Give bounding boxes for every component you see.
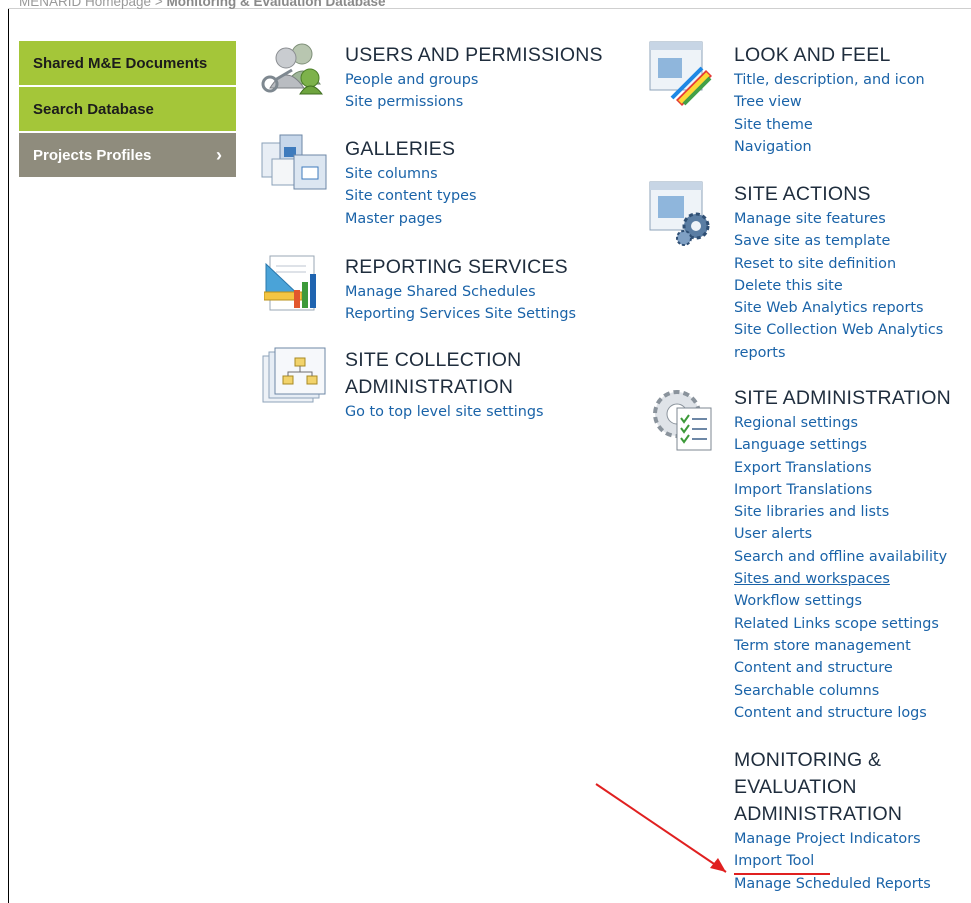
link-navigation[interactable]: Navigation <box>734 136 925 158</box>
link-search-offline-availability[interactable]: Search and offline availability <box>734 546 951 568</box>
link-site-columns[interactable]: Site columns <box>345 163 477 185</box>
red-arrow-annotation <box>595 783 727 873</box>
link-regional-settings[interactable]: Regional settings <box>734 412 951 434</box>
link-master-pages[interactable]: Master pages <box>345 208 477 230</box>
section-title: GALLERIES <box>345 138 456 160</box>
section-look-and-feel: LOOK AND FEEL Title, description, and ic… <box>734 42 925 158</box>
link-site-web-analytics-reports[interactable]: Site Web Analytics reports <box>734 297 943 319</box>
nav-search-database[interactable]: Search Database <box>19 87 236 131</box>
nav-shared-me-documents[interactable]: Shared M&E Documents <box>19 41 236 85</box>
link-user-alerts[interactable]: User alerts <box>734 523 951 545</box>
link-sites-and-workspaces[interactable]: Sites and workspaces <box>734 568 951 590</box>
site-actions-icon <box>649 181 710 246</box>
site-collection-icon <box>262 347 326 403</box>
link-title-description-icon[interactable]: Title, description, and icon <box>734 69 925 91</box>
breadcrumb: MENARID Homepage > Monitoring & Evaluati… <box>19 0 386 9</box>
link-site-theme[interactable]: Site theme <box>734 114 925 136</box>
link-site-permissions[interactable]: Site permissions <box>345 91 603 113</box>
link-workflow-settings[interactable]: Workflow settings <box>734 590 951 612</box>
section-reporting-services: REPORTING SERVICES Manage Shared Schedul… <box>345 254 576 326</box>
section-title: SITE ADMINISTRATION <box>734 387 951 409</box>
link-manage-project-indicators[interactable]: Manage Project Indicators <box>734 828 931 850</box>
chevron-right-icon: › <box>216 144 222 165</box>
nav-projects-profiles[interactable]: Projects Profiles › <box>19 133 236 177</box>
section-site-administration: SITE ADMINISTRATION Regional settings La… <box>734 385 951 724</box>
section-users-and-permissions: USERS AND PERMISSIONS People and groups … <box>345 42 603 114</box>
section-title: SITE ACTIONS <box>734 183 871 205</box>
link-searchable-columns[interactable]: Searchable columns <box>734 680 951 702</box>
section-site-actions: SITE ACTIONS Manage site features Save s… <box>734 181 943 364</box>
link-site-collection-web-analytics[interactable]: Site Collection Web Analytics <box>734 319 943 341</box>
link-related-links-scope-settings[interactable]: Related Links scope settings <box>734 613 951 635</box>
link-save-site-as-template[interactable]: Save site as template <box>734 230 943 252</box>
link-manage-scheduled-reports[interactable]: Manage Scheduled Reports <box>734 873 931 895</box>
galleries-icon <box>261 134 327 190</box>
section-site-collection-administration: SITE COLLECTION ADMINISTRATION Go to top… <box>345 347 543 423</box>
section-title: REPORTING SERVICES <box>345 256 568 278</box>
section-title-line2: EVALUATION <box>734 776 857 798</box>
link-content-and-structure-logs[interactable]: Content and structure logs <box>734 702 951 724</box>
link-site-libraries-and-lists[interactable]: Site libraries and lists <box>734 501 951 523</box>
section-title-line1: SITE COLLECTION <box>345 349 522 371</box>
nav-label: Search Database <box>33 100 154 118</box>
section-title: USERS AND PERMISSIONS <box>345 44 603 66</box>
link-reporting-services-site-settings[interactable]: Reporting Services Site Settings <box>345 303 576 325</box>
link-import-tool[interactable]: Import Tool <box>734 850 931 872</box>
reporting-services-icon <box>264 255 316 311</box>
link-manage-site-features[interactable]: Manage site features <box>734 208 943 230</box>
link-language-settings[interactable]: Language settings <box>734 434 951 456</box>
section-title-line3: ADMINISTRATION <box>734 803 903 825</box>
site-administration-icon <box>653 390 712 451</box>
link-content-and-structure[interactable]: Content and structure <box>734 657 951 679</box>
link-site-content-types[interactable]: Site content types <box>345 185 477 207</box>
link-delete-this-site[interactable]: Delete this site <box>734 275 943 297</box>
left-navigation: Shared M&E Documents Search Database Pro… <box>19 41 236 179</box>
link-go-to-top-level-site-settings[interactable]: Go to top level site settings <box>345 401 543 423</box>
link-manage-shared-schedules[interactable]: Manage Shared Schedules <box>345 281 576 303</box>
section-title-line1: MONITORING & <box>734 749 882 771</box>
red-underline-annotation <box>734 873 830 875</box>
breadcrumb-separator: > <box>154 0 163 9</box>
breadcrumb-root-link[interactable]: MENARID Homepage <box>19 0 151 9</box>
look-and-feel-icon <box>649 41 712 106</box>
breadcrumb-current: Monitoring & Evaluation Database <box>166 0 386 9</box>
link-import-translations[interactable]: Import Translations <box>734 479 951 501</box>
link-reset-to-site-definition[interactable]: Reset to site definition <box>734 253 943 275</box>
page-border-left <box>8 8 9 903</box>
link-people-and-groups[interactable]: People and groups <box>345 69 603 91</box>
link-term-store-management[interactable]: Term store management <box>734 635 951 657</box>
users-keys-icon <box>261 43 324 95</box>
section-title-line2: ADMINISTRATION <box>345 376 514 398</box>
link-export-translations[interactable]: Export Translations <box>734 457 951 479</box>
link-site-collection-web-analytics-reports[interactable]: reports <box>734 342 943 364</box>
nav-label: Shared M&E Documents <box>33 54 208 72</box>
link-tree-view[interactable]: Tree view <box>734 91 925 113</box>
section-galleries: GALLERIES Site columns Site content type… <box>345 136 477 230</box>
nav-label: Projects Profiles <box>33 146 152 164</box>
section-title: LOOK AND FEEL <box>734 44 891 66</box>
